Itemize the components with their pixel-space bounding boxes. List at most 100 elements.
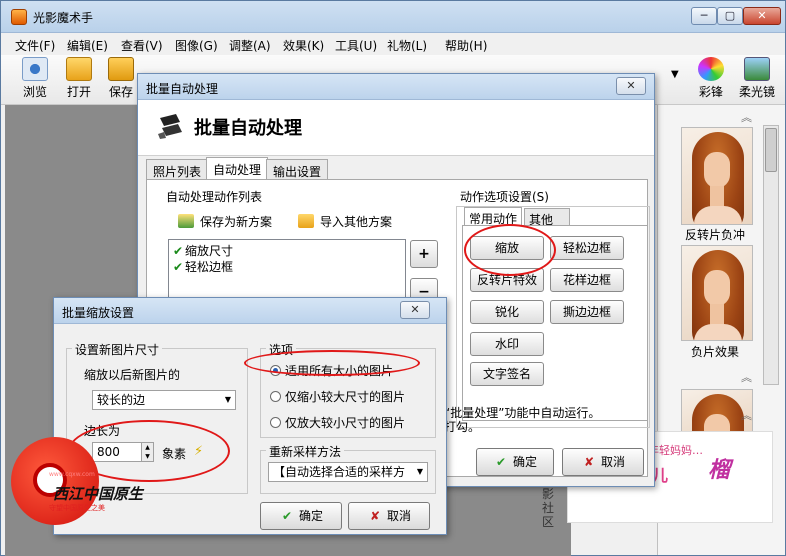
effects-scrollbar[interactable]	[763, 125, 779, 385]
folder-icon	[66, 57, 92, 81]
tab-auto-process[interactable]: 自动处理	[206, 157, 269, 179]
rainbow-button[interactable]: 彩锋	[691, 57, 731, 100]
banner-logo: 榴	[708, 458, 731, 483]
action-list[interactable]: ✔ 缩放尺寸 ✔ 轻松边框	[168, 239, 406, 305]
menu-image[interactable]: 图像(G)	[175, 37, 218, 54]
resample-group-label: 重新采样方法	[266, 443, 345, 460]
batch-dialog-title: 批量自动处理	[146, 82, 219, 96]
menu-file[interactable]: 文件(F)	[15, 37, 55, 54]
text-signature-button[interactable]: 文字签名	[470, 362, 544, 386]
toolbar-more-icon[interactable]: ▼	[671, 69, 679, 80]
batch-process-icon	[158, 114, 182, 139]
cross-icon: ✘	[583, 455, 595, 469]
save-button[interactable]: 保存	[101, 57, 141, 100]
banner-tagline: 年轻妈妈…	[648, 444, 703, 457]
menu-effect[interactable]: 效果(K)	[283, 37, 324, 54]
menu-bar: 文件(F) 编辑(E) 查看(V) 图像(G) 调整(A) 效果(K) 工具(U…	[1, 33, 785, 55]
sharpen-button[interactable]: 锐化	[470, 300, 544, 324]
menu-view[interactable]: 查看(V)	[121, 37, 163, 54]
tab-common-actions[interactable]: 常用动作	[464, 207, 523, 226]
check-icon: ✔	[281, 509, 293, 523]
menu-tools[interactable]: 工具(U)	[335, 37, 377, 54]
rainbow-label: 彩锋	[698, 85, 723, 99]
window-title: 光影魔术手	[33, 11, 94, 25]
effect-thumbnail-negative[interactable]	[681, 245, 753, 341]
menu-edit[interactable]: 编辑(E)	[67, 37, 108, 54]
cross-icon: ✘	[369, 509, 381, 523]
save-scheme-label: 保存为新方案	[200, 215, 273, 229]
resize-close-button[interactable]: ✕	[400, 301, 430, 319]
eye-icon	[22, 57, 48, 81]
effect-thumbnail-reversal[interactable]	[681, 127, 753, 225]
title-bar: 光影魔术手 ─ ▢ ✕	[1, 1, 785, 33]
list-item[interactable]: ✔ 轻松边框	[173, 258, 233, 275]
browse-label: 浏览	[22, 85, 47, 99]
red-highlight-resize	[464, 224, 556, 276]
torn-frame-button[interactable]: 撕边边框	[550, 300, 624, 324]
list-item[interactable]: ✔ 缩放尺寸	[173, 242, 233, 259]
menu-gift[interactable]: 礼物(L)	[387, 37, 427, 54]
resize-cancel-button[interactable]: ✘ 取消	[348, 502, 430, 530]
effect-caption-reversal: 反转片负冲	[684, 228, 745, 242]
resize-dialog-titlebar: 批量缩放设置 ✕	[54, 298, 446, 324]
check-icon: ✔	[173, 260, 184, 274]
resize-ok-button[interactable]: ✔ 确定	[260, 502, 342, 530]
soft-light-label: 柔光镜	[738, 85, 775, 99]
batch-dialog-titlebar: 批量自动处理 ✕	[138, 74, 654, 100]
new-size-group-label: 设置新图片尺寸	[72, 341, 163, 358]
watermark-button[interactable]: 水印	[470, 332, 544, 356]
watermark-subtext: 守望中国原生之美	[49, 504, 105, 512]
action-list-title: 自动处理动作列表	[166, 190, 263, 204]
dropdown-arrow-icon: ▼	[416, 467, 423, 476]
save-scheme-icon	[178, 214, 194, 228]
batch-ok-button[interactable]: ✔ 确定	[476, 448, 554, 476]
radio-icon	[270, 391, 281, 402]
batch-header: 批量自动处理	[138, 100, 654, 156]
landscape-icon	[744, 57, 770, 81]
batch-close-button[interactable]: ✕	[616, 77, 646, 95]
maximize-button[interactable]: ▢	[717, 7, 743, 25]
resample-select[interactable]: 【自动选择合适的采样方 ▼	[268, 462, 428, 482]
floppy-icon	[108, 57, 134, 81]
save-scheme-button[interactable]: 保存为新方案	[178, 213, 272, 230]
scale-label: 缩放以后新图片的	[84, 368, 181, 382]
red-highlight-all-sizes	[244, 350, 420, 376]
minimize-button[interactable]: ─	[691, 7, 717, 25]
menu-adjust[interactable]: 调整(A)	[229, 37, 271, 54]
batch-cancel-button[interactable]: ✘ 取消	[562, 448, 644, 476]
open-label: 打开	[66, 85, 91, 99]
rainbow-icon	[698, 57, 724, 81]
radio-shrink-only[interactable]: 仅缩小较大尺寸的图片	[270, 388, 405, 405]
collapse-up-icon[interactable]: ︽	[741, 109, 752, 125]
sidebar-vertical-text: 影社区	[542, 487, 555, 529]
close-button[interactable]: ✕	[743, 7, 781, 25]
radio-enlarge-only[interactable]: 仅放大较小尺寸的图片	[270, 414, 405, 431]
help-note-line-2: 打勾。	[444, 420, 481, 434]
add-action-button[interactable]: +	[410, 240, 438, 268]
check-icon: ✔	[173, 244, 184, 258]
effect-caption-negative: 负片效果	[690, 345, 739, 359]
batch-heading: 批量自动处理	[194, 118, 302, 139]
tab-other-actions[interactable]: 其他	[524, 208, 570, 227]
easy-frame-button[interactable]: 轻松边框	[550, 236, 624, 260]
tab-photo-list[interactable]: 照片列表	[146, 159, 209, 179]
watermark-text: 西江中国原生	[53, 485, 144, 503]
main-window: 光影魔术手 ─ ▢ ✕ 文件(F) 编辑(E) 查看(V) 图像(G) 调整(A…	[0, 0, 786, 556]
section-collapse-icon[interactable]: ︽	[741, 369, 752, 385]
section-collapse-icon-2[interactable]: ︽	[741, 407, 752, 423]
app-logo-icon	[11, 9, 27, 25]
watermark-url: www.cqxw.com	[49, 471, 95, 478]
tab-output-settings[interactable]: 输出设置	[266, 159, 329, 179]
menu-help[interactable]: 帮助(H)	[445, 37, 487, 54]
open-button[interactable]: 打开	[59, 57, 99, 100]
pattern-frame-button[interactable]: 花样边框	[550, 268, 624, 292]
scroll-thumb[interactable]	[765, 128, 777, 172]
check-icon: ✔	[495, 455, 507, 469]
side-select[interactable]: 较长的边 ▼	[92, 390, 236, 410]
import-scheme-label: 导入其他方案	[320, 215, 393, 229]
dropdown-arrow-icon: ▼	[224, 395, 231, 404]
import-scheme-button[interactable]: 导入其他方案	[298, 213, 392, 230]
soft-light-button[interactable]: 柔光镜	[735, 57, 779, 100]
resize-dialog-title: 批量缩放设置	[62, 306, 135, 320]
browse-button[interactable]: 浏览	[15, 57, 55, 100]
